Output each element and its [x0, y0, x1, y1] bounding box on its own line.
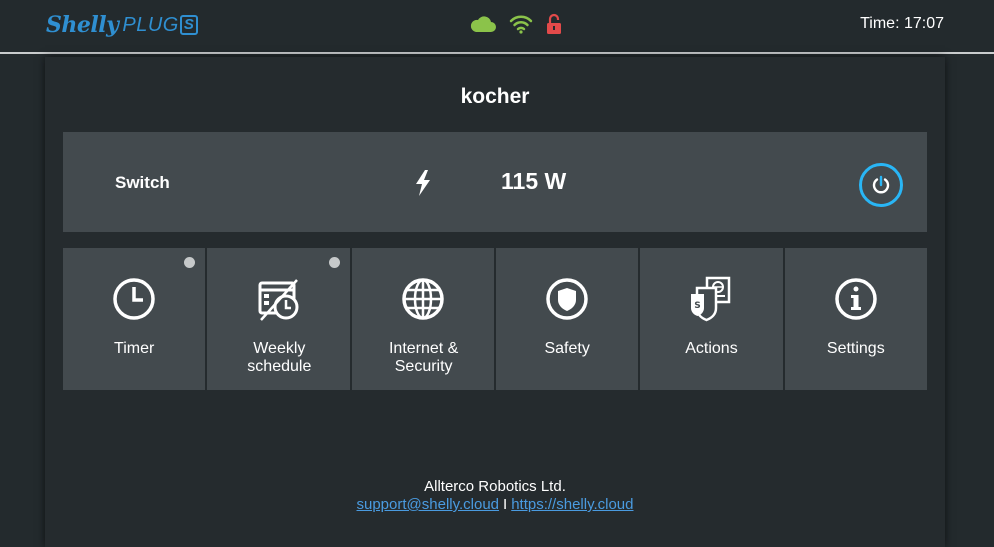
top-bar: Shelly PLUG S Time: 17:07: [0, 0, 994, 54]
status-icons: [469, 13, 563, 40]
logo-badge: S: [179, 15, 198, 35]
support-email-link[interactable]: support@shelly.cloud: [357, 496, 500, 513]
indicator-dot: [184, 257, 196, 268]
tile-label: Internet & Security: [388, 340, 459, 375]
tile-label: Weekly schedule: [247, 340, 312, 375]
company-name: Allterco Robotics Ltd.: [424, 478, 566, 495]
link-separator: I: [503, 496, 508, 513]
shelly-plug-s-logo: Shelly PLUG S: [46, 11, 198, 39]
tile-label: Timer: [114, 340, 155, 357]
logo-product: PLUG: [122, 13, 179, 36]
tile-weekly-schedule[interactable]: Weekly schedule: [207, 248, 350, 390]
schedule-icon: [258, 279, 299, 321]
switch-card: Switch 115 W: [63, 132, 927, 232]
lightning-icon: [414, 170, 432, 201]
svg-text:S: S: [695, 301, 701, 311]
device-name: kocher: [460, 85, 530, 108]
indicator-dot: [328, 257, 340, 268]
power-toggle-button[interactable]: [859, 163, 903, 207]
tile-label: Safety: [544, 340, 590, 357]
unlocked-icon: [545, 13, 563, 40]
footer: Allterco Robotics Ltd. support@shelly.cl…: [45, 478, 945, 514]
tile-label: Actions: [685, 340, 738, 357]
tile-internet-security[interactable]: Internet & Security: [351, 248, 494, 390]
switch-label: Switch: [115, 173, 170, 192]
tile-actions[interactable]: S Actions: [640, 248, 783, 390]
actions-icon: S: [691, 276, 731, 322]
power-reading: 115 W: [501, 168, 567, 194]
shield-icon: [546, 278, 588, 320]
info-icon: [835, 278, 877, 320]
tile-timer[interactable]: Timer: [63, 248, 206, 390]
tile-settings[interactable]: Settings: [784, 248, 927, 390]
globe-icon: [402, 278, 444, 320]
logo-brand: Shelly: [46, 12, 119, 38]
tile-safety[interactable]: Safety: [495, 248, 639, 390]
main-panel: kocher Switch 115 W Timer Weekly schedul…: [45, 57, 945, 547]
wifi-icon: [509, 14, 533, 39]
footer-links: support@shelly.cloud Ihttps://shelly.clou…: [45, 496, 945, 514]
tile-label: Settings: [826, 340, 885, 357]
clock-icon: [113, 278, 155, 320]
cloud-icon: [469, 14, 497, 39]
menu-tiles: Timer Weekly schedule Internet & Securit…: [63, 248, 927, 390]
power-icon: [872, 175, 890, 194]
clock-time: Time: 17:07: [860, 15, 944, 32]
website-link[interactable]: https://shelly.cloud: [511, 496, 633, 513]
